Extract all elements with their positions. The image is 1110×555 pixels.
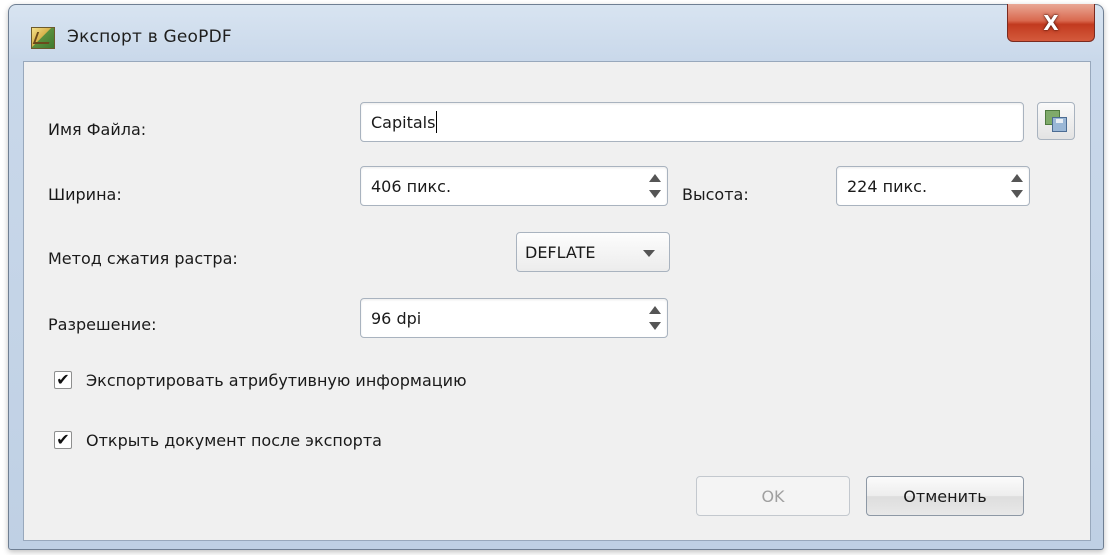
increase-icon[interactable] <box>649 174 661 182</box>
compression-select[interactable]: DEFLATE <box>516 232 670 272</box>
filename-value: Capitals <box>371 112 436 132</box>
increase-icon[interactable] <box>1011 174 1023 182</box>
width-spin-arrows[interactable] <box>647 172 663 200</box>
decrease-icon[interactable] <box>649 190 661 198</box>
height-value: 224 пикс. <box>847 176 928 196</box>
decrease-icon[interactable] <box>649 322 661 330</box>
filename-input[interactable]: Capitals <box>360 102 1024 142</box>
increase-icon[interactable] <box>649 306 661 314</box>
resolution-spin-arrows[interactable] <box>647 304 663 332</box>
resolution-spinbox[interactable]: 96 dpi <box>360 298 668 338</box>
export-attributes-checkbox[interactable]: ✔ <box>54 371 72 389</box>
checkmark-icon: ✔ <box>56 430 70 449</box>
width-label: Ширина: <box>48 185 122 204</box>
title-bar[interactable]: Экспорт в GeoPDF X <box>9 4 1103 61</box>
save-as-icon <box>1045 110 1067 132</box>
checkmark-icon: ✔ <box>56 370 70 389</box>
height-spin-arrows[interactable] <box>1009 172 1025 200</box>
compression-label: Метод сжатия растра: <box>48 249 238 268</box>
height-label: Высота: <box>682 185 749 204</box>
close-icon: X <box>1043 10 1059 35</box>
filename-label: Имя Файла: <box>48 120 147 139</box>
resolution-label: Разрешение: <box>48 315 157 334</box>
compression-value: DEFLATE <box>525 242 596 262</box>
width-spinbox[interactable]: 406 пикс. <box>360 166 668 206</box>
decrease-icon[interactable] <box>1011 190 1023 198</box>
geopdf-app-icon <box>31 27 55 49</box>
browse-button[interactable] <box>1037 102 1075 140</box>
ok-button[interactable]: OK <box>696 476 850 516</box>
cancel-button[interactable]: Отменить <box>866 476 1024 516</box>
export-attributes-label[interactable]: Экспортировать атрибутивную информацию <box>86 371 467 390</box>
chevron-down-icon <box>643 250 655 257</box>
open-after-export-label[interactable]: Открыть документ после экспорта <box>86 431 382 450</box>
dialog-body: Имя Файла: Capitals Ширина: 406 пикс. Вы… <box>23 61 1091 541</box>
height-spinbox[interactable]: 224 пикс. <box>836 166 1030 206</box>
window-title: Экспорт в GeoPDF <box>67 27 232 47</box>
text-caret <box>436 111 438 133</box>
export-geopdf-dialog: Экспорт в GeoPDF X Имя Файла: Capitals Ш… <box>8 4 1104 550</box>
open-after-export-checkbox[interactable]: ✔ <box>54 431 72 449</box>
width-value: 406 пикс. <box>371 176 452 196</box>
close-button[interactable]: X <box>1007 4 1095 42</box>
resolution-value: 96 dpi <box>371 308 422 328</box>
